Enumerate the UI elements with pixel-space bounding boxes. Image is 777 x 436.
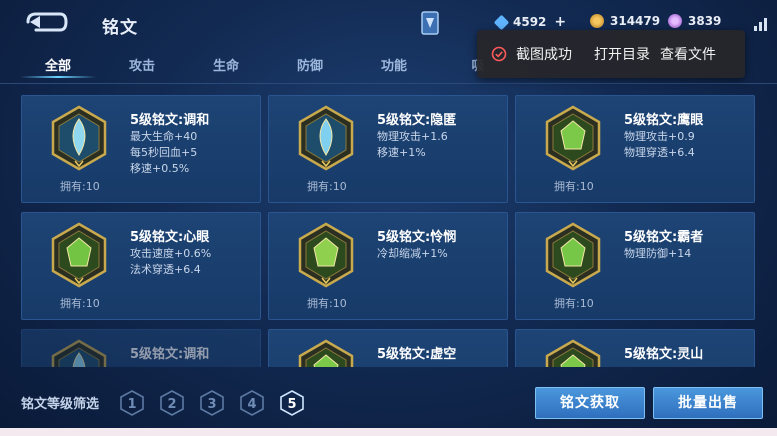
- level-label: 3: [207, 397, 216, 412]
- open-directory-link[interactable]: 打开目录: [594, 44, 650, 64]
- rune-card[interactable]: 5级铭文:心眼 攻击速度+0.6% 法术穿透+6.4 拥有:10: [21, 212, 261, 320]
- rune-stat-line: 移速+1%: [377, 146, 426, 159]
- rune-name: 5级铭文:调和: [130, 113, 210, 128]
- rune-card[interactable]: 5级铭文:调和: [21, 329, 261, 367]
- rune-name: 5级铭文:灵山: [624, 347, 704, 362]
- rune-card[interactable]: 5级铭文:鹰眼 物理攻击+0.9 物理穿透+6.4 拥有:10: [515, 95, 755, 203]
- rune-stat-line: 每5秒回血+5: [130, 146, 198, 159]
- gold-coin-icon: [590, 14, 604, 28]
- rune-card[interactable]: 5级铭文:怜悯 冷却缩减+1% 拥有:10: [268, 212, 508, 320]
- coupon-amount: 4592: [513, 15, 547, 29]
- currency-coupons[interactable]: 4592 +: [493, 14, 566, 30]
- rune-name: 5级铭文:鹰眼: [624, 113, 704, 128]
- rune-owned-count: 拥有:10: [554, 297, 594, 310]
- rune-gem-icon: [51, 222, 107, 288]
- currency-crystal: 3839: [668, 14, 721, 28]
- rune-name: 5级铭文:隐匿: [377, 113, 457, 128]
- level-label: 5: [287, 397, 296, 412]
- rune-stats: 最大生命+40 每5秒回血+5 移速+0.5%: [130, 129, 197, 177]
- rune-owned-count: 拥有:10: [554, 180, 594, 193]
- check-circle-icon: [491, 46, 507, 62]
- tab-1[interactable]: 攻击: [100, 52, 184, 82]
- rune-grid: 5级铭文:调和 最大生命+40 每5秒回血+5 移速+0.5% 拥有:10 5级铭文:隐匿…: [21, 95, 762, 367]
- rune-name: 5级铭文:心眼: [130, 230, 210, 245]
- rune-stat-line: 物理防御+14: [624, 247, 692, 260]
- level-filter-5[interactable]: 5: [279, 390, 305, 416]
- currency-gold: 314479: [590, 14, 660, 28]
- rune-stats: 物理攻击+0.9 物理穿透+6.4: [624, 129, 695, 161]
- crystal-icon: [668, 14, 682, 28]
- rune-card[interactable]: 5级铭文:隐匿 物理攻击+1.6 移速+1% 拥有:10: [268, 95, 508, 203]
- tab-0[interactable]: 全部: [16, 52, 100, 82]
- level-label: 2: [167, 397, 176, 412]
- rune-stat-line: 法术穿透+6.4: [130, 263, 201, 276]
- level-filter-1[interactable]: 1: [119, 390, 145, 416]
- rune-gem-icon: [51, 105, 107, 171]
- rune-owned-count: 拥有:10: [307, 180, 347, 193]
- rune-stats: 物理攻击+1.6 移速+1%: [377, 129, 448, 161]
- rune-stats: 冷却缩减+1%: [377, 246, 448, 262]
- rune-gem-icon: [545, 222, 601, 288]
- signal-icon: [754, 18, 767, 31]
- tab-4[interactable]: 功能: [352, 52, 436, 82]
- rune-stats: 攻击速度+0.6% 法术穿透+6.4: [130, 246, 211, 278]
- view-file-link[interactable]: 查看文件: [660, 44, 716, 64]
- rune-stat-line: 移速+0.5%: [130, 162, 190, 175]
- rune-gem-icon: [298, 339, 354, 367]
- rune-name: 5级铭文:虚空: [377, 347, 457, 362]
- rune-gem-icon: [51, 339, 107, 367]
- level-filter-3[interactable]: 3: [199, 390, 225, 416]
- gold-amount: 314479: [610, 14, 661, 28]
- rune-stats: 物理防御+14: [624, 246, 691, 262]
- back-arrow-icon[interactable]: [20, 10, 70, 34]
- toast-message: 截图成功: [516, 47, 572, 63]
- rune-stat-line: 物理穿透+6.4: [624, 146, 695, 159]
- rune-gem-icon: [298, 222, 354, 288]
- level-label: 1: [127, 397, 136, 412]
- rune-card[interactable]: 5级铭文:调和 最大生命+40 每5秒回血+5 移速+0.5% 拥有:10: [21, 95, 261, 203]
- rune-gem-icon: [298, 105, 354, 171]
- level-label: 4: [247, 397, 256, 412]
- rune-page: 铭文 4592 + 314479 3839 全部攻击生命防御功能吸 5级铭文:调…: [0, 0, 777, 436]
- rune-card-icon[interactable]: [420, 10, 440, 36]
- level-filter-4[interactable]: 4: [239, 390, 265, 416]
- rune-card[interactable]: 5级铭文:霸者 物理防御+14 拥有:10: [515, 212, 755, 320]
- level-filter-label: 铭文等级筛选: [21, 397, 100, 412]
- rune-name: 5级铭文:怜悯: [377, 230, 457, 245]
- bulk-sell-button[interactable]: 批量出售: [653, 387, 763, 419]
- crystal-amount: 3839: [688, 14, 722, 28]
- rune-name: 5级铭文:调和: [130, 347, 210, 362]
- rune-stat-line: 冷却缩减+1%: [377, 247, 448, 260]
- rune-stat-line: 物理攻击+1.6: [377, 130, 448, 143]
- rune-owned-count: 拥有:10: [60, 297, 100, 310]
- footer-strip: [0, 428, 777, 436]
- rune-obtain-button[interactable]: 铭文获取: [535, 387, 645, 419]
- plus-icon[interactable]: +: [554, 14, 566, 30]
- page-title: 铭文: [102, 18, 138, 38]
- category-tabs: 全部攻击生命防御功能吸: [16, 52, 520, 82]
- bottom-bar: 铭文等级筛选 1 2 3 4 5 铭文获取 批量出售: [0, 380, 777, 426]
- rune-gem-icon: [545, 339, 601, 367]
- rune-stat-line: 物理攻击+0.9: [624, 130, 695, 143]
- rune-stat-line: 最大生命+40: [130, 130, 198, 143]
- rune-card[interactable]: 5级铭文:灵山: [515, 329, 755, 367]
- rune-gem-icon: [545, 105, 601, 171]
- rune-stat-line: 攻击速度+0.6%: [130, 247, 212, 260]
- tab-2[interactable]: 生命: [184, 52, 268, 82]
- level-filter-2[interactable]: 2: [159, 390, 185, 416]
- screenshot-toast: 截图成功 打开目录 查看文件: [477, 30, 745, 78]
- tab-3[interactable]: 防御: [268, 52, 352, 82]
- rune-card[interactable]: 5级铭文:虚空: [268, 329, 508, 367]
- diamond-coupon-icon: [493, 14, 510, 30]
- rune-owned-count: 拥有:10: [60, 180, 100, 193]
- rune-owned-count: 拥有:10: [307, 297, 347, 310]
- rune-name: 5级铭文:霸者: [624, 230, 704, 245]
- divider: [0, 83, 777, 84]
